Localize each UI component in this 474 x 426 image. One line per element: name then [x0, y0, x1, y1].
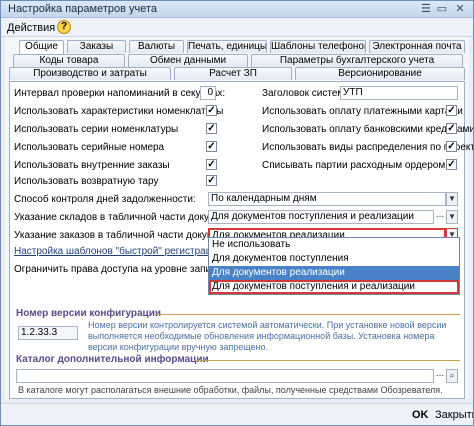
orders-dropdown-list: Не использовать Для документов поступлен…	[208, 237, 460, 295]
config-version-input: 1.2.33.3	[18, 326, 78, 340]
reminder-interval-input[interactable]: 0	[200, 86, 216, 100]
project-distribution-label: Использовать виды распределения по проек…	[262, 142, 474, 153]
writeoff-batches-label: Списывать партии расходным ордером	[262, 160, 446, 171]
dropdown-option[interactable]: Не использовать	[209, 238, 459, 252]
title-bar: Настройка параметров учета ☰ ▭ ✕	[1, 1, 473, 18]
catalog-path-input[interactable]	[16, 369, 434, 383]
use-internal-orders-label: Использовать внутренние заказы	[14, 160, 170, 171]
bottom-bar: OK Закрыть	[1, 403, 473, 425]
use-returnable-tare-label: Использовать возвратную тару	[14, 176, 159, 187]
close-icon[interactable]: ✕	[453, 3, 467, 15]
tab-product-codes[interactable]: Коды товара	[13, 54, 125, 67]
use-series-checkbox[interactable]: ✓	[206, 123, 217, 134]
catalog-divider	[194, 360, 460, 361]
window-title: Настройка параметров учета	[8, 3, 158, 15]
debt-control-dropdown-icon[interactable]: ▼	[446, 192, 458, 206]
use-series-label: Использовать серии номенклатуры	[14, 124, 179, 135]
tab-print-units[interactable]: Печать, единицы	[187, 40, 267, 53]
system-title-input[interactable]: УТП	[340, 86, 458, 100]
tab-accounting-params[interactable]: Параметры бухгалтерского учета	[251, 54, 463, 67]
debt-control-label: Способ контроля дней задолженности:	[14, 194, 196, 205]
warehouses-select[interactable]: Для документов поступления и реализации	[208, 210, 434, 224]
bank-credit-label: Использовать оплату банковскими кредитам…	[262, 124, 474, 135]
project-distribution-checkbox[interactable]: ✓	[446, 141, 457, 152]
tab-email[interactable]: Электронная почта	[369, 40, 465, 53]
use-serial-numbers-label: Использовать серийные номера	[14, 142, 165, 153]
debt-control-select[interactable]: По календарным дням	[208, 192, 446, 206]
warehouses-dropdown-icon[interactable]: ▼	[446, 210, 458, 224]
tab-orders[interactable]: Заказы	[67, 40, 126, 53]
help-icon[interactable]: ?	[57, 20, 71, 34]
card-payment-label: Использовать оплату платежными картами	[262, 106, 463, 117]
tab-versioning[interactable]: Версионирование	[295, 67, 465, 80]
warehouses-more-icon[interactable]: ...	[434, 210, 446, 224]
tab-payroll[interactable]: Расчет ЗП	[174, 67, 292, 80]
config-version-hint: Номер версии контролируется системой авт…	[88, 320, 447, 352]
minimize-icon[interactable]: ▭	[435, 3, 449, 15]
dropdown-option-selected[interactable]: Для документов реализации	[209, 266, 459, 280]
close-button[interactable]: Закрыть	[435, 409, 473, 421]
use-characteristics-checkbox[interactable]: ✓	[206, 105, 217, 116]
config-version-section-title: Номер версии конфигурации	[16, 308, 161, 319]
config-version-divider	[156, 314, 460, 315]
card-payment-checkbox[interactable]: ✓	[446, 105, 457, 116]
tab-general[interactable]: Общие	[19, 40, 64, 54]
use-characteristics-label: Использовать характеристики номенклатуры	[14, 106, 224, 117]
use-serial-numbers-checkbox[interactable]: ✓	[206, 141, 217, 152]
settings-window: Настройка параметров учета ☰ ▭ ✕ Действи…	[0, 0, 474, 426]
tab-currencies[interactable]: Валюты	[129, 40, 184, 53]
menu-icon[interactable]: ☰	[419, 3, 433, 15]
dropdown-option[interactable]: Для документов поступления и реализации	[209, 280, 459, 294]
actions-menu-button[interactable]: Действия ▾	[7, 21, 64, 34]
tab-phone-templates[interactable]: Шаблоны телефонов	[270, 40, 366, 53]
writeoff-batches-checkbox[interactable]: ✓	[446, 159, 457, 170]
tab-data-exchange[interactable]: Обмен данными	[128, 54, 248, 67]
bank-credit-checkbox[interactable]: ✓	[446, 123, 457, 134]
use-returnable-tare-checkbox[interactable]: ✓	[206, 175, 217, 186]
toolbar: Действия ▾ ?	[1, 18, 473, 37]
ok-button[interactable]: OK	[412, 409, 429, 421]
catalog-section-title: Каталог дополнительной информации	[16, 354, 209, 365]
dropdown-option[interactable]: Для документов поступления	[209, 252, 459, 266]
restrict-access-label: Ограничить права доступа на уровне запис…	[14, 264, 228, 275]
catalog-hint: В каталоге могут располагаться внешние о…	[18, 385, 443, 395]
reminder-interval-label: Интервал проверки напоминаний в секундах…	[14, 88, 226, 99]
tab-production-costs[interactable]: Производство и затраты	[9, 67, 171, 80]
catalog-browse-icon[interactable]: ...	[434, 369, 446, 383]
use-internal-orders-checkbox[interactable]: ✓	[206, 159, 217, 170]
catalog-open-icon[interactable]: ⌕	[446, 369, 458, 383]
